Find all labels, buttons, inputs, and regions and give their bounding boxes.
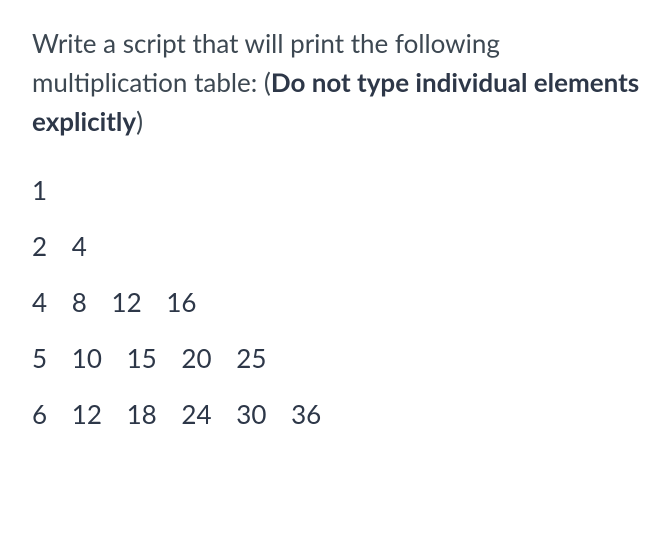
table-cell: 20 — [181, 345, 211, 371]
table-cell: 15 — [127, 345, 157, 371]
table-cell: 36 — [291, 401, 321, 427]
table-cell: 8 — [72, 289, 87, 315]
table-cell: 12 — [72, 401, 102, 427]
table-row: 4 8 12 16 — [32, 289, 640, 315]
table-cell: 18 — [127, 401, 157, 427]
table-row: 5 10 15 20 25 — [32, 345, 640, 371]
table-cell: 5 — [32, 345, 47, 371]
table-cell: 25 — [236, 345, 266, 371]
table-row: 6 12 18 24 30 36 — [32, 401, 640, 427]
question-prompt: Write a script that will print the follo… — [32, 24, 640, 141]
table-row: 1 — [32, 177, 640, 203]
table-cell: 16 — [166, 289, 196, 315]
table-cell: 24 — [181, 401, 211, 427]
table-cell: 4 — [32, 289, 47, 315]
multiplication-table: 1 2 4 4 8 12 16 5 10 15 20 25 6 12 18 24… — [32, 177, 640, 427]
table-cell: 4 — [72, 233, 87, 259]
table-row: 2 4 — [32, 233, 640, 259]
table-cell: 1 — [32, 177, 47, 203]
table-cell: 30 — [236, 401, 266, 427]
prompt-text-after: ) — [136, 105, 143, 137]
table-cell: 6 — [32, 401, 47, 427]
table-cell: 2 — [32, 233, 47, 259]
table-cell: 10 — [72, 345, 102, 371]
table-cell: 12 — [112, 289, 142, 315]
